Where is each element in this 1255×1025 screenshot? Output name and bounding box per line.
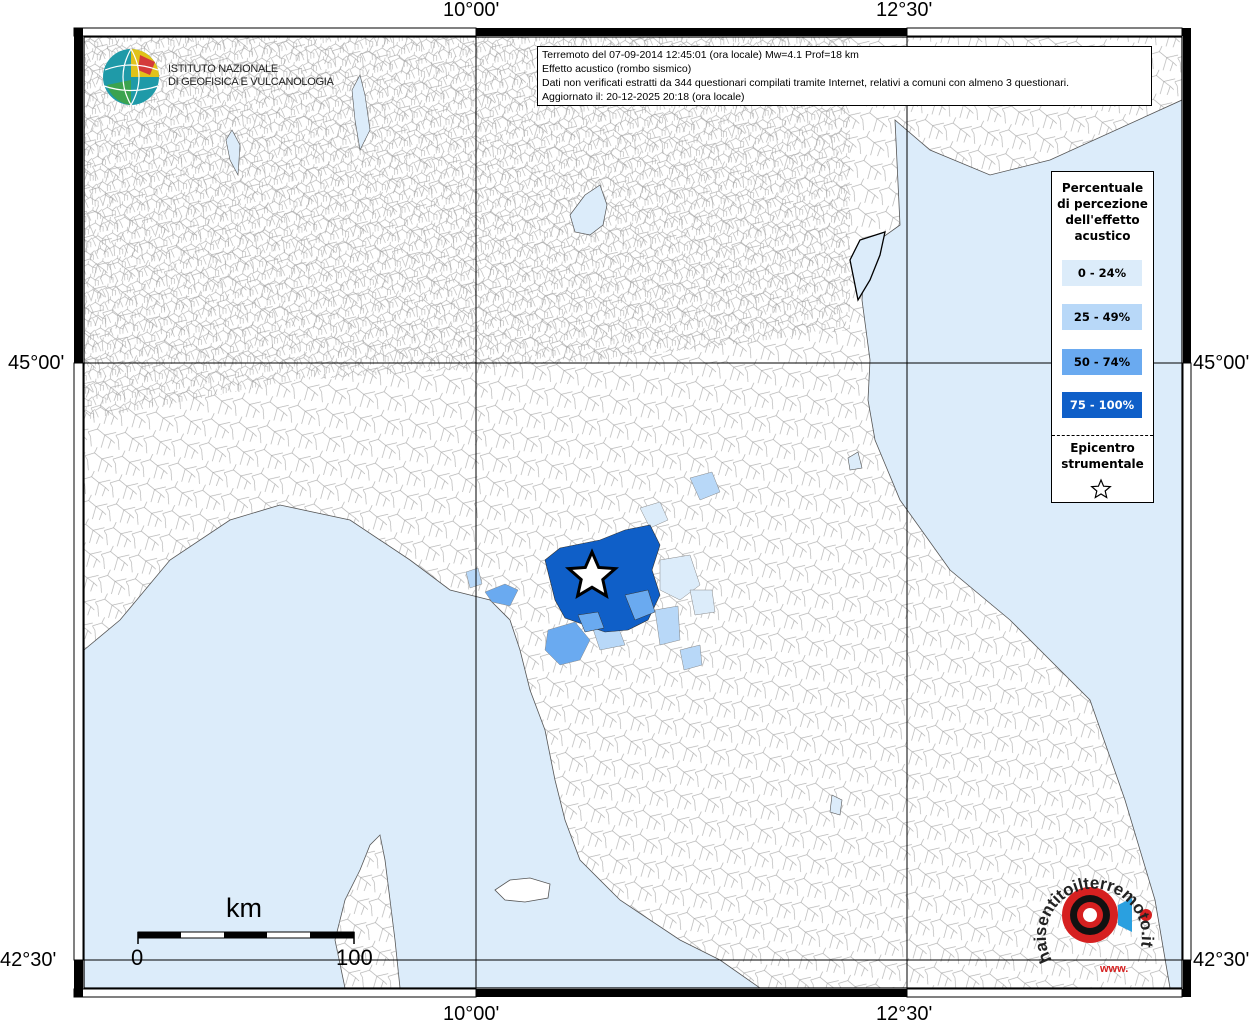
legend-class-25-49: 25 - 49% [1062,304,1142,330]
lon-label-top-12-30: 12°30' [876,0,933,21]
lon-label-bottom-10: 10°00' [443,1003,500,1025]
lat-label-right-45: 45°00' [1193,352,1250,374]
legend-separator [1052,435,1153,436]
lon-label-top-10: 10°00' [443,0,500,21]
lon-label-bottom-12-30: 12°30' [876,1003,933,1025]
svg-text:haisentitoilterremoto.it: haisentitoilterremoto.it [1031,874,1157,967]
legend-title: Percentuale di percezione dell'effetto a… [1052,180,1153,244]
event-info-box: Terremoto del 07-09-2014 12:45:01 (ora l… [537,46,1152,106]
legend-class-50-74: 50 - 74% [1062,349,1142,375]
event-info-line2: Effetto acustico (rombo sismico) [542,63,692,75]
event-info-line3: Dati non verificati estratti da 344 ques… [542,77,1070,89]
lat-label-left-42-30: 42°30' [0,949,57,971]
scale-unit: km [226,893,262,923]
legend-epicenter-line2: strumentale [1061,457,1144,471]
legend-class-75-100: 75 - 100% [1062,392,1142,418]
legend-title-line2: di percezione [1057,197,1148,211]
lat-label-right-42-30: 42°30' [1193,949,1250,971]
legend-epicenter-label: Epicentro strumentale [1052,440,1153,472]
ingv-logo-text: ISTITUTO NAZIONALE DI GEOFISICA E VULCAN… [168,63,334,89]
hsit-badge-text: haisentitoilterremoto.it www. [1031,874,1157,975]
hsit-badge-www: www. [1099,963,1128,975]
legend-star-icon [1090,478,1112,499]
legend-title-line1: Percentuale [1061,181,1144,195]
event-info-line1: Terremoto del 07-09-2014 12:45:01 (ora l… [542,49,859,61]
scale-min: 0 [131,945,144,970]
ingv-logo-line2: DI GEOFISICA E VULCANOLOGIA [168,76,334,88]
legend-epicenter-line1: Epicentro [1070,441,1135,455]
event-info-line4: Aggiornato il: 20-12-2025 20:18 (ora loc… [542,91,745,103]
ingv-globe-icon [103,48,159,106]
legend-title-line3: dell'effetto [1065,213,1140,227]
lat-label-left-45: 45°00' [8,352,65,374]
legend-title-line4: acustico [1074,229,1131,243]
legend: Percentuale di percezione dell'effetto a… [1051,171,1154,503]
legend-class-0-24: 0 - 24% [1062,260,1142,286]
scale-max: 100 [336,945,373,970]
hsit-badge-label: haisentitoilterremoto.it [1031,874,1157,967]
ingv-logo-line1: ISTITUTO NAZIONALE [168,63,278,75]
